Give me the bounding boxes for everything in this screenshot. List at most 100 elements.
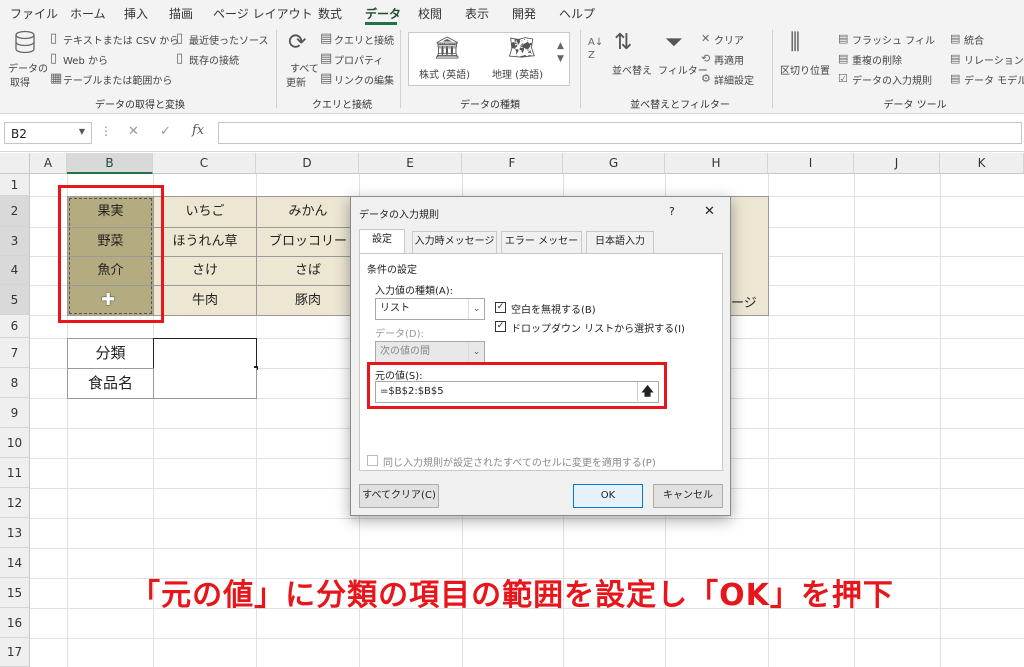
cancel-icon[interactable]: ✕	[128, 124, 139, 139]
ignore-blank-checkbox[interactable]: ✓	[495, 302, 506, 313]
tab-page-layout[interactable]: ページ レイアウト	[213, 5, 313, 22]
row-header-3[interactable]: 3	[0, 227, 30, 256]
cell-c2[interactable]: いちご	[153, 196, 257, 228]
cell-c3[interactable]: ほうれん草	[153, 227, 257, 257]
row-header-12[interactable]: 12	[0, 488, 30, 518]
tab-formulas[interactable]: 数式	[318, 5, 342, 22]
dialog-tab-input-message[interactable]: 入力時メッセージ	[412, 231, 497, 253]
row-header-6[interactable]: 6	[0, 315, 30, 338]
row-header-1[interactable]: 1	[0, 174, 30, 196]
tab-review[interactable]: 校閲	[418, 5, 442, 22]
row-header-5[interactable]: 5	[0, 285, 30, 315]
row-header-9[interactable]: 9	[0, 398, 30, 428]
cell-c4[interactable]: さけ	[153, 256, 257, 286]
highlight-source-field	[367, 362, 667, 409]
ok-button[interactable]: OK	[573, 484, 643, 508]
data-validation-button[interactable]: データの入力規則	[852, 72, 932, 87]
remove-duplicates-button[interactable]: 重複の削除	[852, 52, 902, 67]
cell-d3[interactable]: ブロッコリー	[256, 227, 360, 257]
dialog-tab-settings[interactable]: 設定	[359, 229, 405, 254]
tab-file[interactable]: ファイル	[10, 5, 58, 22]
get-data-button-line1[interactable]: データの	[8, 60, 48, 75]
cell-d2[interactable]: みかん	[256, 196, 360, 228]
existing-connections-button[interactable]: 既存の接続	[189, 52, 239, 67]
properties-button[interactable]: プロパティ	[334, 52, 383, 67]
ribbon: データの 取得 ▯ テキストまたは CSV から ▯ Web から ▦ テーブル…	[0, 26, 1024, 114]
tab-data[interactable]: データ	[365, 5, 401, 22]
flash-fill-button[interactable]: フラッシュ フィル	[852, 32, 935, 47]
help-icon[interactable]: ?	[669, 205, 675, 218]
relationships-button[interactable]: リレーションシップ	[964, 52, 1024, 67]
row-header-7[interactable]: 7	[0, 338, 30, 368]
geography-button[interactable]: 地理 (英語)	[492, 66, 543, 81]
cancel-button[interactable]: キャンセル	[653, 484, 723, 508]
tab-draw[interactable]: 描画	[169, 5, 193, 22]
row-header-11[interactable]: 11	[0, 458, 30, 488]
column-header-g[interactable]: G	[563, 153, 665, 174]
chevron-down-icon[interactable]: ▼	[79, 127, 85, 136]
formula-input[interactable]	[218, 122, 1022, 144]
advanced-button[interactable]: 詳細設定	[714, 72, 754, 87]
tab-developer[interactable]: 開発	[512, 5, 536, 22]
row-header-4[interactable]: 4	[0, 256, 30, 285]
function-icon[interactable]: fx	[192, 123, 204, 138]
consolidate-button[interactable]: 統合	[964, 32, 984, 47]
column-header-c[interactable]: C	[153, 153, 256, 174]
reapply-button[interactable]: 再適用	[714, 52, 744, 67]
cell-d5[interactable]: 豚肉	[256, 285, 360, 316]
column-header-b[interactable]: B	[67, 153, 153, 174]
column-header-j[interactable]: J	[854, 153, 940, 174]
column-header-e[interactable]: E	[359, 153, 462, 174]
tab-home[interactable]: ホーム	[70, 5, 106, 22]
cell-c8[interactable]	[153, 368, 257, 399]
cell-d4[interactable]: さば	[256, 256, 360, 286]
gridline	[30, 548, 1024, 549]
from-web-button[interactable]: Web から	[63, 52, 108, 67]
data-model-button[interactable]: データ モデル	[964, 72, 1024, 87]
bank-icon: 🏛	[433, 36, 461, 61]
sort-az-icon[interactable]: A↓ Z	[588, 36, 603, 62]
dialog-tab-ime[interactable]: 日本語入力	[586, 231, 654, 253]
column-header-f[interactable]: F	[462, 153, 563, 174]
text-to-columns-button[interactable]: 区切り位置	[780, 62, 830, 77]
from-text-csv-button[interactable]: テキストまたは CSV から	[63, 32, 179, 47]
gallery-scroll-icon[interactable]: ▲ ▼	[557, 40, 564, 66]
chevron-down-icon[interactable]: ⌄	[468, 299, 484, 319]
clear-button[interactable]: クリア	[714, 32, 744, 47]
name-box[interactable]: B2 ▼	[4, 122, 92, 144]
clear-all-button[interactable]: すべてクリア(C)	[359, 484, 439, 508]
recent-sources-button[interactable]: 最近使ったソース	[189, 32, 269, 47]
row-header-13[interactable]: 13	[0, 518, 30, 548]
select-all-button[interactable]	[0, 153, 30, 174]
enter-icon[interactable]: ✓	[160, 124, 171, 139]
tab-insert[interactable]: 挿入	[124, 5, 148, 22]
column-header-d[interactable]: D	[256, 153, 359, 174]
row-header-17[interactable]: 17	[0, 638, 30, 667]
tab-help[interactable]: ヘルプ	[559, 5, 595, 22]
cell-c5[interactable]: 牛肉	[153, 285, 257, 316]
cell-c7[interactable]	[153, 338, 257, 369]
close-icon[interactable]: ✕	[704, 204, 715, 219]
apply-all-checkbox[interactable]	[367, 455, 378, 466]
column-header-i[interactable]: I	[768, 153, 854, 174]
column-header-h[interactable]: H	[665, 153, 768, 174]
refresh-all-line1[interactable]: すべて	[290, 60, 319, 75]
row-header-10[interactable]: 10	[0, 428, 30, 458]
column-header-k[interactable]: K	[940, 153, 1024, 174]
from-table-button[interactable]: テーブルまたは範囲から	[63, 72, 172, 87]
dropdown-checkbox[interactable]: ✓	[495, 321, 506, 332]
tab-view[interactable]: 表示	[465, 5, 489, 22]
dialog-tab-error-message[interactable]: エラー メッセージ	[501, 231, 582, 267]
gridline	[30, 638, 1024, 639]
row-header-2[interactable]: 2	[0, 196, 30, 227]
sort-button[interactable]: 並べ替え	[612, 62, 652, 77]
refresh-all-line2[interactable]: 更新	[286, 74, 306, 89]
stocks-button[interactable]: 株式 (英語)	[419, 66, 470, 81]
column-header-a[interactable]: A	[30, 153, 67, 174]
flash-fill-icon: ▤	[838, 32, 849, 45]
edit-links-button[interactable]: リンクの編集	[334, 72, 394, 87]
allow-select[interactable]: リスト ⌄	[375, 298, 485, 320]
row-header-8[interactable]: 8	[0, 368, 30, 398]
get-data-button-line2[interactable]: 取得	[10, 74, 30, 89]
queries-connections-button[interactable]: クエリと接続	[334, 32, 394, 47]
